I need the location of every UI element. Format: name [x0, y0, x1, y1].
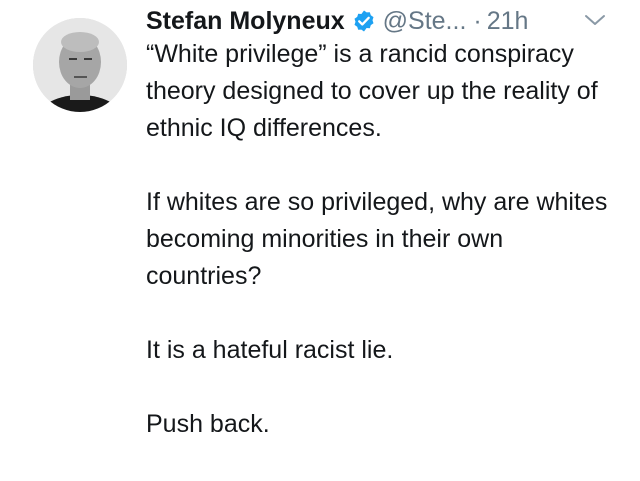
tweet: Stefan Molyneux @Ste... · 21h “White pri… [0, 0, 640, 481]
tweet-paragraph: It is a hateful racist lie. [146, 336, 394, 364]
tweet-paragraph: If whites are so privileged, why are whi… [146, 188, 608, 290]
tweet-paragraph: “White privilege” is a rancid conspiracy… [146, 40, 598, 142]
verified-badge-icon [352, 9, 376, 33]
timestamp[interactable]: 21h [487, 7, 529, 36]
tweet-paragraph: Push back. [146, 410, 270, 438]
handle[interactable]: @Ste... [383, 7, 467, 36]
display-name[interactable]: Stefan Molyneux [146, 7, 345, 36]
chevron-down-icon[interactable] [584, 12, 606, 28]
avatar-image [33, 18, 127, 112]
tweet-text: “White privilege” is a rancid conspiracy… [146, 36, 616, 443]
separator: · [473, 6, 482, 35]
tweet-header: Stefan Molyneux @Ste... · 21h [146, 4, 528, 38]
avatar[interactable] [33, 18, 127, 112]
